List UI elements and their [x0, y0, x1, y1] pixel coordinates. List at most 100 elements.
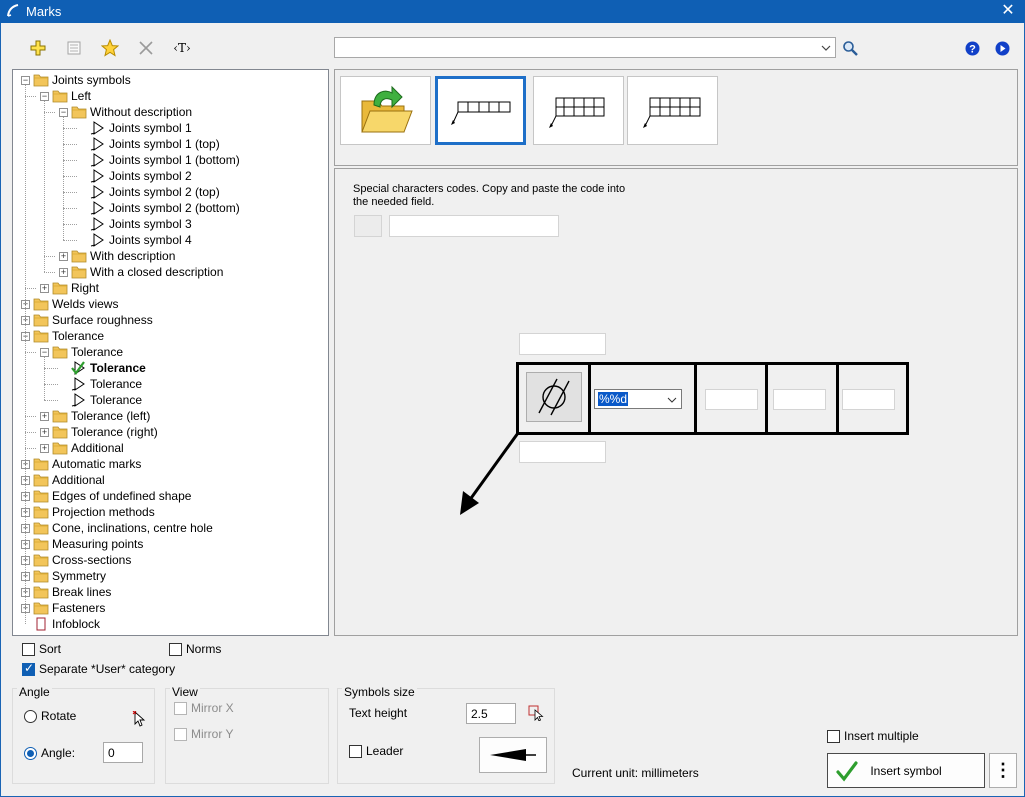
tree-item[interactable]: − Tolerance — [40, 344, 320, 360]
tree-item[interactable]: + Welds views — [21, 296, 301, 312]
separate-user-checkbox-box[interactable] — [22, 661, 35, 676]
favorite-button[interactable] — [99, 37, 121, 59]
special-code-button[interactable] — [354, 215, 382, 237]
add-button[interactable] — [27, 37, 49, 59]
characteristic-symbol-button[interactable] — [526, 372, 582, 422]
tree-item[interactable]: − Joints symbols — [21, 72, 301, 88]
tree-item[interactable]: + Cross-sections — [21, 552, 301, 568]
tree-item[interactable]: − Left — [40, 88, 320, 104]
tree-item[interactable]: Infoblock — [21, 616, 301, 632]
tree-item[interactable]: − Tolerance — [21, 328, 301, 344]
tree-item[interactable]: Joints symbol 2 (top) — [78, 184, 328, 200]
tree-item[interactable]: Tolerance — [59, 392, 328, 408]
mirror-x-checkbox[interactable]: Mirror X — [174, 701, 234, 715]
properties-button[interactable] — [63, 37, 85, 59]
datum-field-1[interactable] — [705, 389, 758, 410]
search-button[interactable] — [839, 37, 861, 59]
tree-item[interactable]: + Break lines — [21, 584, 301, 600]
tree-item[interactable]: + Additional — [21, 472, 301, 488]
tolerance-value-dropdown[interactable]: %%d — [594, 389, 682, 409]
tree-item[interactable]: Joints symbol 2 (bottom) — [78, 200, 328, 216]
thumbnail-tolerance-1[interactable] — [435, 76, 526, 145]
rotate-radio[interactable]: Rotate — [24, 709, 76, 723]
search-combo[interactable] — [334, 37, 836, 58]
separate-user-checkbox[interactable]: Separate *User* category — [22, 661, 175, 676]
tree-item[interactable]: Tolerance — [59, 360, 328, 376]
text-height-input[interactable]: 2.5 — [466, 703, 516, 724]
sort-checkbox-box[interactable] — [22, 642, 35, 656]
expand-toggle-icon[interactable]: + — [40, 444, 49, 453]
leader-style-button[interactable] — [479, 737, 547, 773]
close-button[interactable]: ✕ — [999, 2, 1017, 20]
tree-connector — [25, 432, 36, 433]
sort-checkbox[interactable]: Sort — [22, 642, 61, 656]
tree-item[interactable]: + Tolerance (right) — [40, 424, 320, 440]
rotate-label: Rotate — [41, 709, 77, 723]
tree-item[interactable]: Joints symbol 1 (top) — [78, 136, 328, 152]
mirror-y-checkbox[interactable]: Mirror Y — [174, 727, 233, 741]
leader-checkbox[interactable]: Leader — [349, 744, 403, 758]
tree-item[interactable]: − Without description — [59, 104, 328, 120]
tree-item[interactable]: + Automatic marks — [21, 456, 301, 472]
tree-item[interactable]: + With a closed description — [59, 264, 328, 280]
collapse-toggle-icon[interactable]: − — [21, 76, 30, 85]
norms-checkbox-box[interactable] — [169, 642, 182, 656]
next-button[interactable] — [991, 37, 1013, 59]
tree-item[interactable]: + Symmetry — [21, 568, 301, 584]
insert-multiple-checkbox[interactable]: Insert multiple — [827, 729, 919, 743]
tree-item[interactable]: + Surface roughness — [21, 312, 301, 328]
angle-radio-dot[interactable] — [24, 746, 37, 760]
tree-connector — [63, 208, 77, 209]
help-button[interactable]: ? — [961, 37, 983, 59]
expand-toggle-icon[interactable]: + — [40, 428, 49, 437]
thumbnail-tolerance-2[interactable] — [533, 76, 624, 145]
category-tree[interactable]: − Joints symbols − Left − Without description… — [12, 69, 329, 636]
tree-item[interactable]: + With description — [59, 248, 328, 264]
tree-item[interactable]: + Cone, inclinations, centre hole — [21, 520, 301, 536]
tree-item[interactable]: + Right — [40, 280, 320, 296]
angle-radio[interactable]: Angle: — [24, 746, 75, 760]
expand-toggle-icon[interactable]: + — [40, 284, 49, 293]
pick-height-icon[interactable] — [528, 705, 544, 721]
expand-toggle-icon[interactable]: + — [59, 252, 68, 261]
insert-multiple-checkbox-box[interactable] — [827, 729, 840, 743]
tree-item[interactable]: Joints symbol 3 — [78, 216, 328, 232]
mirror-y-checkbox-box[interactable] — [174, 727, 187, 741]
norms-checkbox[interactable]: Norms — [169, 642, 221, 656]
tree-item[interactable]: + Fasteners — [21, 600, 301, 616]
collapse-toggle-icon[interactable]: − — [40, 348, 49, 357]
special-code-field[interactable] — [389, 215, 559, 237]
rotate-radio-dot[interactable] — [24, 709, 37, 723]
tree-item[interactable]: + Edges of undefined shape — [21, 488, 301, 504]
datum-field-3[interactable] — [842, 389, 895, 410]
tree-item[interactable]: Tolerance — [59, 376, 328, 392]
tolerance-bottom-field[interactable] — [519, 441, 606, 463]
more-options-button[interactable]: ⋮ — [989, 753, 1017, 788]
tree-item-label: Measuring points — [52, 537, 144, 551]
leader-checkbox-box[interactable] — [349, 744, 362, 758]
thumbnail-tolerance-3[interactable] — [627, 76, 718, 145]
tree-item[interactable]: Joints symbol 4 — [78, 232, 328, 248]
view-group: View Mirror X Mirror Y — [165, 685, 329, 784]
delete-button[interactable] — [135, 37, 157, 59]
tree-item[interactable]: Joints symbol 1 (bottom) — [78, 152, 328, 168]
tree-item[interactable]: + Projection methods — [21, 504, 301, 520]
angle-input[interactable]: 0 — [103, 742, 143, 763]
pick-angle-icon[interactable] — [132, 711, 146, 727]
expand-toggle-icon[interactable]: + — [40, 412, 49, 421]
mirror-y-label: Mirror Y — [191, 727, 234, 741]
tree-item[interactable]: + Additional — [40, 440, 320, 456]
tolerance-top-field[interactable] — [519, 333, 606, 355]
collapse-toggle-icon[interactable]: − — [40, 92, 49, 101]
mirror-x-checkbox-box[interactable] — [174, 701, 187, 715]
collapse-toggle-icon[interactable]: − — [59, 108, 68, 117]
datum-field-2[interactable] — [773, 389, 826, 410]
tree-item[interactable]: + Measuring points — [21, 536, 301, 552]
tree-item[interactable]: + Tolerance (left) — [40, 408, 320, 424]
tree-item[interactable]: Joints symbol 2 — [78, 168, 328, 184]
tree-item[interactable]: Joints symbol 1 — [78, 120, 328, 136]
expand-toggle-icon[interactable]: + — [59, 268, 68, 277]
text-insert-button[interactable]: ‹T› — [170, 37, 194, 59]
insert-symbol-button[interactable]: Insert symbol — [827, 753, 985, 788]
thumbnail-open-folder[interactable] — [340, 76, 431, 145]
